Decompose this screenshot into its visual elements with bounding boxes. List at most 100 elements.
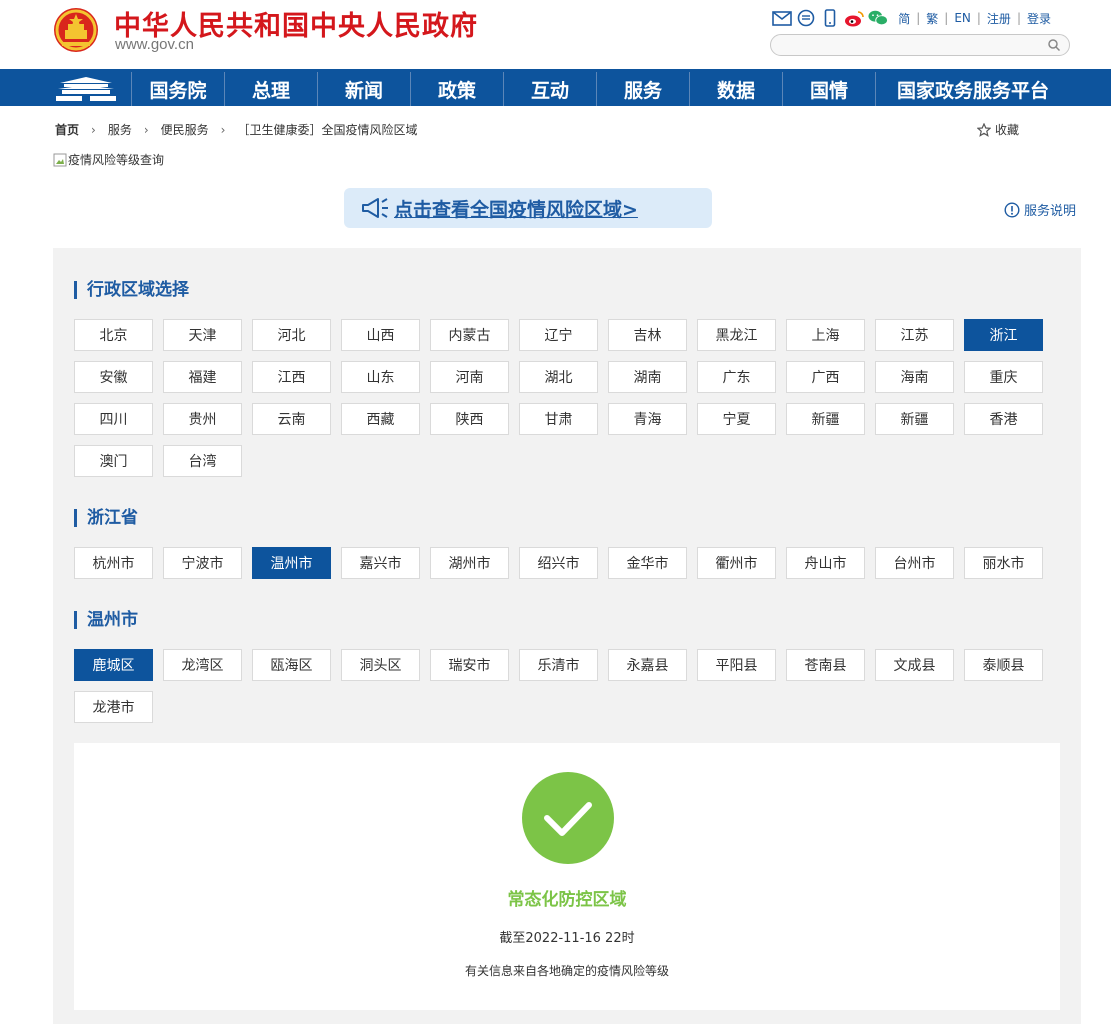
risk-area-banner[interactable]: 点击查看全国疫情风险区域> [344,188,712,228]
province-chip[interactable]: 吉林 [608,319,687,351]
province-chip[interactable]: 陕西 [430,403,509,435]
check-circle-icon [522,772,614,864]
province-section-title: 浙江省 [74,509,138,527]
province-chip[interactable]: 青海 [608,403,687,435]
chevron-right-icon: › [220,122,226,137]
favorite-button[interactable]: 收藏 [977,121,1019,138]
city-chip[interactable]: 绍兴市 [519,547,598,579]
mail-icon[interactable] [772,9,792,27]
breadcrumb-convenience[interactable]: 便民服务 [161,121,209,138]
province-chip[interactable]: 香港 [964,403,1043,435]
nav-item-data[interactable]: 数据 [690,72,783,106]
nav-item-interaction[interactable]: 互动 [504,72,597,106]
traditional-chinese-link[interactable]: 繁 [920,10,944,27]
province-chip[interactable]: 河北 [252,319,331,351]
province-chip[interactable]: 山东 [341,361,420,393]
city-chip[interactable]: 丽水市 [964,547,1043,579]
district-chip[interactable]: 洞头区 [341,649,420,681]
province-chip[interactable]: 浙江 [964,319,1043,351]
district-chip[interactable]: 龙港市 [74,691,153,723]
district-chip[interactable]: 鹿城区 [74,649,153,681]
district-chip[interactable]: 瓯海区 [252,649,331,681]
province-chip[interactable]: 新疆 [875,403,954,435]
province-chip[interactable]: 江苏 [875,319,954,351]
search-icon[interactable] [1047,38,1061,52]
province-chip[interactable]: 新疆 [786,403,865,435]
site-header: 中华人民共和国中央人民政府 www.gov.cn 简 | 繁 | EN | 注册… [0,0,1111,69]
nav-item-premier[interactable]: 总理 [225,72,318,106]
city-chip[interactable]: 温州市 [252,547,331,579]
province-chip[interactable]: 宁夏 [697,403,776,435]
login-link[interactable]: 登录 [1021,10,1057,27]
province-chip[interactable]: 河南 [430,361,509,393]
nav-item-national-conditions[interactable]: 国情 [783,72,876,106]
nav-item-services[interactable]: 服务 [597,72,690,106]
district-chip[interactable]: 永嘉县 [608,649,687,681]
province-chip[interactable]: 云南 [252,403,331,435]
banner-link-text[interactable]: 点击查看全国疫情风险区域> [394,195,638,222]
city-chip[interactable]: 舟山市 [786,547,865,579]
district-chip[interactable]: 泰顺县 [964,649,1043,681]
breadcrumb-current: ［卫生健康委］全国疫情风险区域 [237,123,418,137]
as-of-date: 截至2022-11-16 22时 [499,931,635,946]
province-chip[interactable]: 海南 [875,361,954,393]
province-chip[interactable]: 甘肃 [519,403,598,435]
province-chip[interactable]: 安徽 [74,361,153,393]
province-chip[interactable]: 广东 [697,361,776,393]
nav-item-policy[interactable]: 政策 [411,72,504,106]
search-input[interactable] [781,37,1041,53]
province-chip[interactable]: 台湾 [163,445,242,477]
province-chip[interactable]: 湖南 [608,361,687,393]
province-chip[interactable]: 福建 [163,361,242,393]
province-chip[interactable]: 重庆 [964,361,1043,393]
district-chip[interactable]: 瑞安市 [430,649,509,681]
city-chip[interactable]: 宁波市 [163,547,242,579]
nav-item-state-council[interactable]: 国务院 [132,72,225,106]
breadcrumb-home[interactable]: 首页 [55,121,79,138]
english-link[interactable]: EN [948,11,977,25]
service-notes-label: 服务说明 [1024,204,1077,219]
province-chip[interactable]: 澳门 [74,445,153,477]
nav-item-news[interactable]: 新闻 [318,72,411,106]
nav-item-gov-service-platform[interactable]: 国家政务服务平台 [876,72,1070,106]
nav-home[interactable] [40,72,132,106]
city-chip[interactable]: 湖州市 [430,547,509,579]
province-chip[interactable]: 上海 [786,319,865,351]
register-link[interactable]: 注册 [981,10,1017,27]
province-chip[interactable]: 四川 [74,403,153,435]
province-chip[interactable]: 贵州 [163,403,242,435]
chevron-right-icon: › [143,122,149,137]
province-chip[interactable]: 江西 [252,361,331,393]
province-chip[interactable]: 天津 [163,319,242,351]
mobile-icon[interactable] [820,9,840,27]
province-chip[interactable]: 山西 [341,319,420,351]
district-chip[interactable]: 苍南县 [786,649,865,681]
message-icon[interactable] [796,9,816,27]
province-chip[interactable]: 黑龙江 [697,319,776,351]
broken-image-alt: 疫情风险等级查询 [68,153,165,167]
district-chip[interactable]: 文成县 [875,649,954,681]
city-chip[interactable]: 金华市 [608,547,687,579]
wechat-icon[interactable] [868,9,889,27]
district-chip[interactable]: 龙湾区 [163,649,242,681]
province-chip[interactable]: 湖北 [519,361,598,393]
district-chip[interactable]: 平阳县 [697,649,776,681]
district-chip[interactable]: 乐清市 [519,649,598,681]
national-emblem-icon[interactable] [52,6,100,54]
service-notes-link[interactable]: 服务说明 [1004,200,1076,219]
province-chip[interactable]: 西藏 [341,403,420,435]
city-chip[interactable]: 衢州市 [697,547,776,579]
megaphone-icon [362,198,388,218]
simplified-chinese-link[interactable]: 简 [892,10,916,27]
chevron-right-icon: › [91,122,96,137]
city-chip[interactable]: 杭州市 [74,547,153,579]
province-chip[interactable]: 内蒙古 [430,319,509,351]
province-chip[interactable]: 北京 [74,319,153,351]
weibo-icon[interactable] [844,9,864,27]
province-chip[interactable]: 辽宁 [519,319,598,351]
city-chip[interactable]: 台州市 [875,547,954,579]
risk-level: 常态化防控区域 [507,890,627,910]
city-chip[interactable]: 嘉兴市 [341,547,420,579]
province-chip[interactable]: 广西 [786,361,865,393]
breadcrumb-services[interactable]: 服务 [108,121,132,138]
